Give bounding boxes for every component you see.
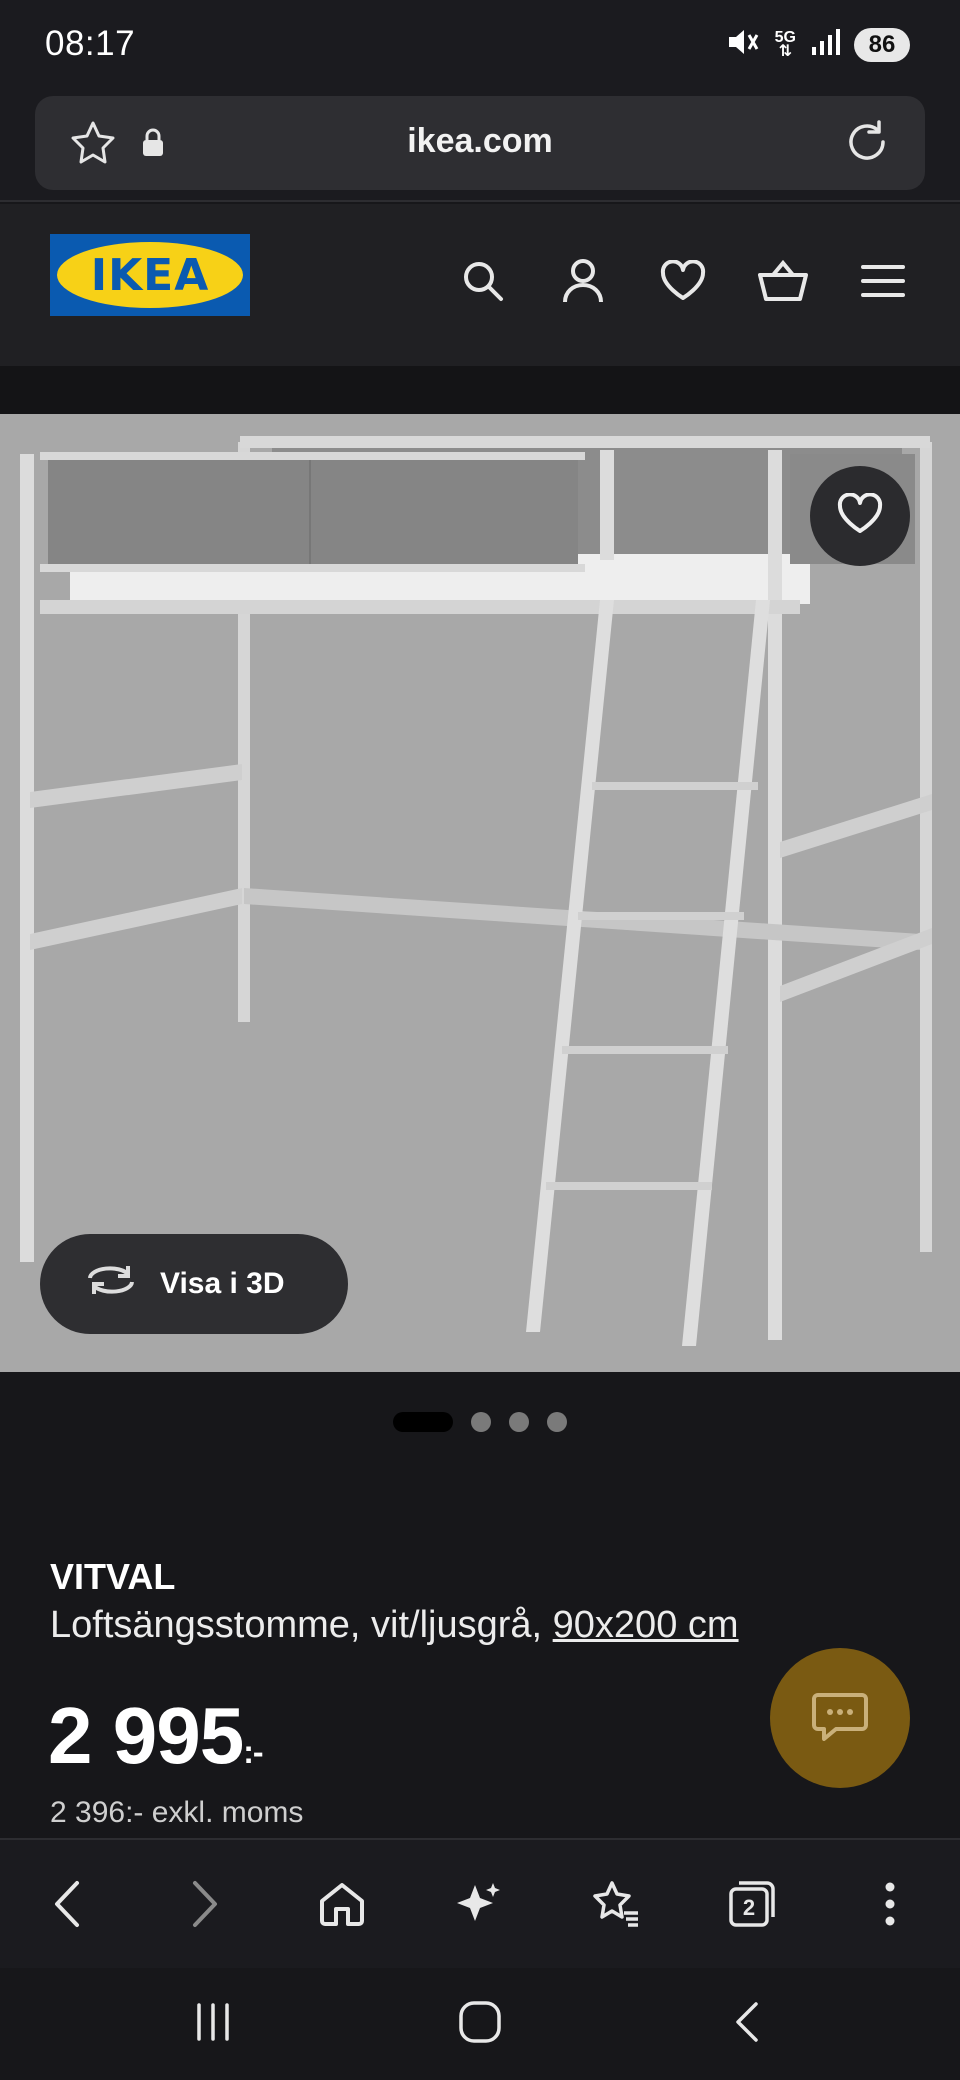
status-bar: 08:17 5G ⇅ 86 xyxy=(0,0,960,92)
address-bar[interactable]: ikea.com xyxy=(35,96,925,190)
loft-bed-illustration xyxy=(20,436,932,1346)
carousel-dot[interactable] xyxy=(509,1412,529,1432)
mute-vibrate-icon xyxy=(725,26,761,63)
price-excl-vat: 2 396:- exkl. moms xyxy=(50,1796,304,1829)
status-icons: 5G ⇅ 86 xyxy=(725,26,910,63)
ai-sparkle-icon[interactable] xyxy=(446,1872,510,1936)
rotate-3d-icon xyxy=(84,1262,138,1306)
heart-icon xyxy=(837,491,883,540)
heart-icon[interactable] xyxy=(656,254,710,308)
product-image[interactable]: Visa i 3D xyxy=(0,414,960,1372)
header-actions xyxy=(456,254,910,308)
signal-icon xyxy=(810,27,840,62)
back-icon[interactable] xyxy=(34,1872,98,1936)
favorite-button[interactable] xyxy=(810,466,910,566)
header-spacer xyxy=(0,366,960,414)
browser-bottom-toolbar: 2 xyxy=(0,1838,960,1968)
carousel-dot-active[interactable] xyxy=(393,1412,453,1432)
bookmarks-icon[interactable] xyxy=(584,1872,648,1936)
5g-icon: 5G ⇅ xyxy=(774,28,796,60)
chat-icon xyxy=(812,1691,868,1746)
view-in-3d-button[interactable]: Visa i 3D xyxy=(40,1234,348,1334)
system-navigation-bar xyxy=(0,1968,960,2080)
home-button-icon[interactable] xyxy=(445,1992,515,2052)
carousel-dot[interactable] xyxy=(471,1412,491,1432)
url-text[interactable]: ikea.com xyxy=(35,122,925,161)
recent-apps-icon[interactable] xyxy=(178,1992,248,2052)
home-icon[interactable] xyxy=(310,1872,374,1936)
carousel-indicator[interactable] xyxy=(0,1412,960,1432)
tabs-icon[interactable]: 2 xyxy=(720,1872,784,1936)
reload-icon[interactable] xyxy=(843,118,891,171)
site-header: IKEA xyxy=(0,204,960,366)
ikea-logo[interactable]: IKEA xyxy=(50,234,250,316)
chat-button[interactable] xyxy=(770,1648,910,1788)
price-suffix: :- xyxy=(243,1734,263,1770)
product-description: Loftsängsstomme, vit/ljusgrå, 90x200 cm xyxy=(50,1604,739,1647)
battery-icon: 86 xyxy=(854,27,910,62)
menu-icon[interactable] xyxy=(856,254,910,308)
view-in-3d-label: Visa i 3D xyxy=(160,1267,285,1300)
product-type: Loftsängsstomme, vit/ljusgrå, xyxy=(50,1604,543,1646)
system-back-icon[interactable] xyxy=(712,1992,782,2052)
more-icon[interactable] xyxy=(858,1872,922,1936)
logo-text: IKEA xyxy=(90,249,210,301)
product-price: 2 995:- xyxy=(48,1690,264,1782)
basket-icon[interactable] xyxy=(756,254,810,308)
status-time: 08:17 xyxy=(45,24,136,63)
product-name: VITVAL xyxy=(50,1556,176,1597)
browser-toolbar: ikea.com xyxy=(0,92,960,202)
tab-count: 2 xyxy=(743,1895,755,1920)
size-link[interactable]: 90x200 cm xyxy=(553,1604,739,1646)
carousel-dot[interactable] xyxy=(547,1412,567,1432)
search-icon[interactable] xyxy=(456,254,510,308)
account-icon[interactable] xyxy=(556,254,610,308)
forward-icon[interactable] xyxy=(174,1872,238,1936)
price-value: 2 995 xyxy=(48,1691,244,1780)
